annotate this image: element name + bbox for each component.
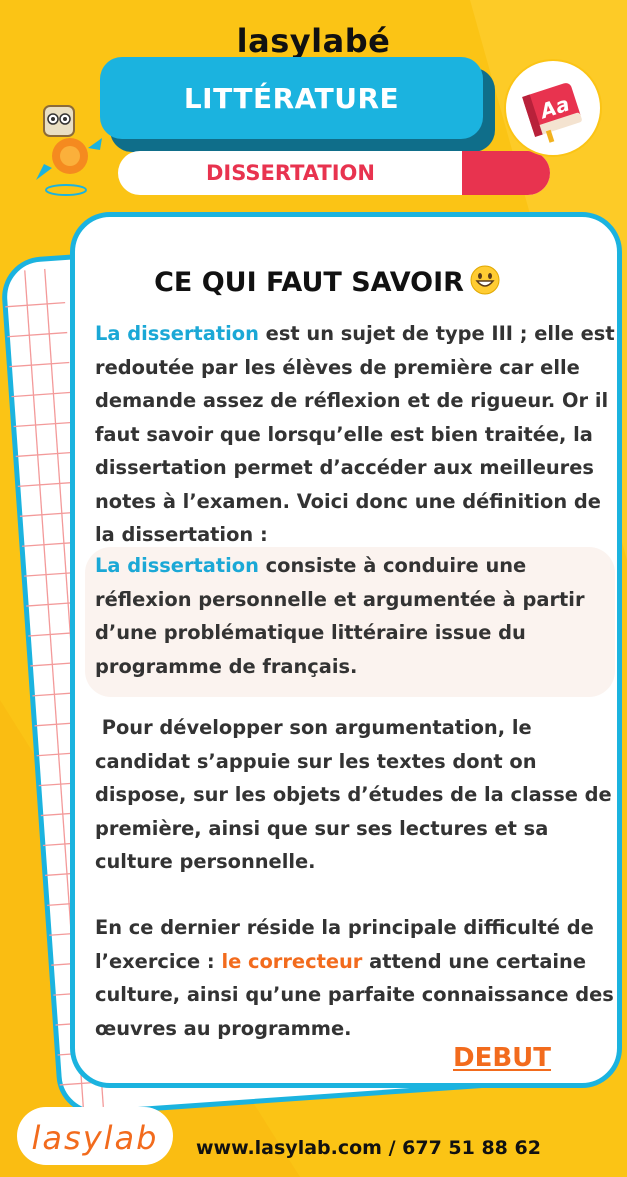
footer-contact: www.lasylab.com / 677 51 88 62 <box>196 1137 541 1159</box>
keyword-correcteur: le correcteur <box>221 949 363 973</box>
card-title-text: CE QUI FAUT SAVOIR <box>154 267 464 298</box>
difficulty-paragraph: En ce dernier réside la principale diffi… <box>95 911 615 1045</box>
info-card: CE QUI FAUT SAVOIR La dissertation est u… <box>70 212 622 1088</box>
keyword-dissertation-definition: La dissertation <box>95 554 259 577</box>
card-title: CE QUI FAUT SAVOIR <box>75 265 617 298</box>
definition-paragraph: La dissertation consiste à conduire une … <box>95 549 615 683</box>
intro-text: est un sujet de type III ; elle est redo… <box>95 322 615 546</box>
topic-pill: DISSERTATION <box>118 151 550 195</box>
logo-text: lasylab <box>32 1119 159 1157</box>
argumentation-paragraph: Pour développer son argumentation, le ca… <box>95 716 619 873</box>
keyword-dissertation: La dissertation <box>95 322 259 345</box>
book-icon: Aa <box>504 59 602 157</box>
debut-link[interactable]: DEBUT <box>453 1043 551 1073</box>
topic-label: DISSERTATION <box>205 161 375 185</box>
subject-banner: LITTÉRATURE <box>100 57 483 139</box>
intro-paragraph: La dissertation est un sujet de type III… <box>95 317 615 552</box>
lasylab-logo: lasylab <box>17 1107 173 1165</box>
robot-mascot-icon <box>36 105 102 196</box>
grinning-face-icon <box>470 265 500 295</box>
brand-title: lasylabé <box>236 22 391 60</box>
